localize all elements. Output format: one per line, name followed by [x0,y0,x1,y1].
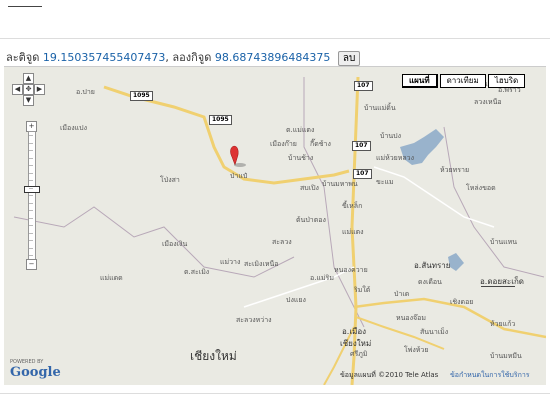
route-shield: 107 [352,141,371,151]
map-type-hybrid-button[interactable]: ไฮบริด [487,74,526,88]
zoom-level-tick[interactable] [29,217,33,219]
zoom-level-tick[interactable] [29,247,33,249]
place-label: ห้วยทราย [440,166,470,174]
zoom-out-button[interactable]: − [26,259,37,270]
place-label: เมืองก๊าย [270,140,297,148]
google-logo[interactable]: POWERED BY Google [10,359,61,380]
place-label: บ้านมหาพน [322,180,358,188]
place-label: ห้วยแก้ว [490,320,516,328]
map-canvas[interactable]: 1095 1095 107 107 107 อ.ปาย เมืองแปง ต.แ… [4,66,546,385]
place-label: สันนาเม็ง [420,328,449,336]
pan-control: ▲ ◀ ✥ ▶ ▼ [12,73,45,117]
place-label: ป่าเด [394,290,410,298]
footer-divider [0,393,550,394]
zoom-level-tick[interactable] [29,202,33,204]
map-type-satellite-button[interactable]: ดาวเทียม [439,74,486,88]
zoom-level-tick[interactable] [29,225,33,226]
place-label: โหล่งขอด [466,184,496,192]
map-type-map-button[interactable]: แผนที่ [402,74,438,88]
marker-shadow [234,163,246,167]
place-label: สบเปิง [300,184,319,192]
zoom-level-tick[interactable] [29,255,33,256]
location-marker-icon[interactable] [230,146,239,166]
place-label: กี๊ดช้าง [310,140,331,148]
latitude-value: 19.150357455407473 [42,51,166,64]
place-label: ริมใต้ [354,286,371,294]
top-rule [8,6,42,7]
pan-down-icon[interactable]: ▼ [23,95,34,106]
place-label: บ้านแม่ดิ้น [364,104,396,112]
place-label: ขะแม [376,178,394,186]
zoom-level-tick[interactable] [29,135,33,136]
zoom-level-tick[interactable] [29,187,33,189]
place-label: อ.แม่ริม [310,274,334,282]
place-label: ต.แม่แตง [286,126,315,134]
route-shield: 1095 [209,115,232,125]
terms-link[interactable]: ข้อกำหนดในการใช้บริการ [450,370,530,381]
pan-center-icon[interactable]: ✥ [23,84,34,95]
side-rule [481,286,515,287]
city-label: เชียงใหม่ [190,349,237,363]
place-label: หนองควาย [334,266,368,274]
coordinate-readout: ละติจูด 19.150357455407473, ลองกิจูด 98.… [6,48,361,66]
longitude-label: ลองกิจูด [172,51,212,64]
map-type-control: แผนที่ ดาวเทียม ไฮบริด [400,74,526,88]
place-label: ต.สะเมิง [184,268,210,276]
route-shield: 107 [353,169,372,179]
pan-up-icon[interactable]: ▲ [23,73,34,84]
minor-road [373,166,495,228]
place-label: บ้านช้าง [288,154,314,162]
place-label: เชิงดอย [450,298,474,306]
place-label: ศรีภูมิ [350,350,368,358]
place-label: แม่แดด [100,274,123,282]
place-label: ขี้เหล็ก [342,202,363,210]
pan-right-icon[interactable]: ▶ [34,84,45,95]
place-label: เมืองเงิน [162,240,188,248]
place-label: ป่าแป๋ [230,172,248,180]
route-shield: 107 [354,81,373,91]
place-label: อ.สันทราย [414,261,451,270]
zoom-level-tick[interactable] [29,240,33,241]
place-label: บ้านมหมีน [490,352,522,360]
zoom-control: + − [24,121,40,270]
place-label: แม่วาง [220,258,241,266]
zoom-level-tick[interactable] [29,210,33,211]
place-label: ปงแยง [286,296,306,304]
place-label: โพ่งห้วย [404,346,429,354]
map-copyright: ข้อมูลแผนที่ ©2010 Tele Atlas [340,371,439,379]
place-label: ต้นป่าตอง [296,216,326,224]
zoom-level-tick[interactable] [29,150,33,151]
header-divider [0,38,550,39]
place-label: อ.ปาย [76,88,95,96]
zoom-level-tick[interactable] [29,172,33,174]
zoom-level-tick[interactable] [29,157,33,159]
place-label: หนองจ๊อม [396,314,426,322]
zoom-level-tick[interactable] [29,142,33,144]
route-shield: 1095 [130,91,153,101]
place-label: แม่ห้วยหลวง [376,154,415,162]
place-label: แม่แตง [342,228,364,236]
place-label: เมืองแปง [60,124,88,132]
zoom-level-tick[interactable] [29,165,33,166]
place-label: สะเมิงเหนือ [244,260,279,268]
pan-left-icon[interactable]: ◀ [12,84,23,95]
zoom-level-tick[interactable] [29,180,33,181]
place-label: บ้านปง [380,132,402,140]
place-label: โป่งสา [160,176,180,184]
place-label: สะลวงหว่าง [236,316,272,324]
delete-button[interactable]: ลบ [337,51,361,66]
latitude-label: ละติจูด [6,51,40,64]
zoom-level-tick[interactable] [29,195,33,196]
place-label: ดงเดือน [418,278,442,286]
place-label: สะลวง [272,238,292,246]
map-terrain [13,76,546,385]
place-label: ลวงเหนือ [474,98,502,106]
google-wordmark: Google [10,365,61,380]
place-label: บ้านแหน [490,238,518,246]
longitude-value: 98.68743896484375 [214,51,331,64]
zoom-level-tick[interactable] [29,232,33,234]
district-border [443,126,545,278]
